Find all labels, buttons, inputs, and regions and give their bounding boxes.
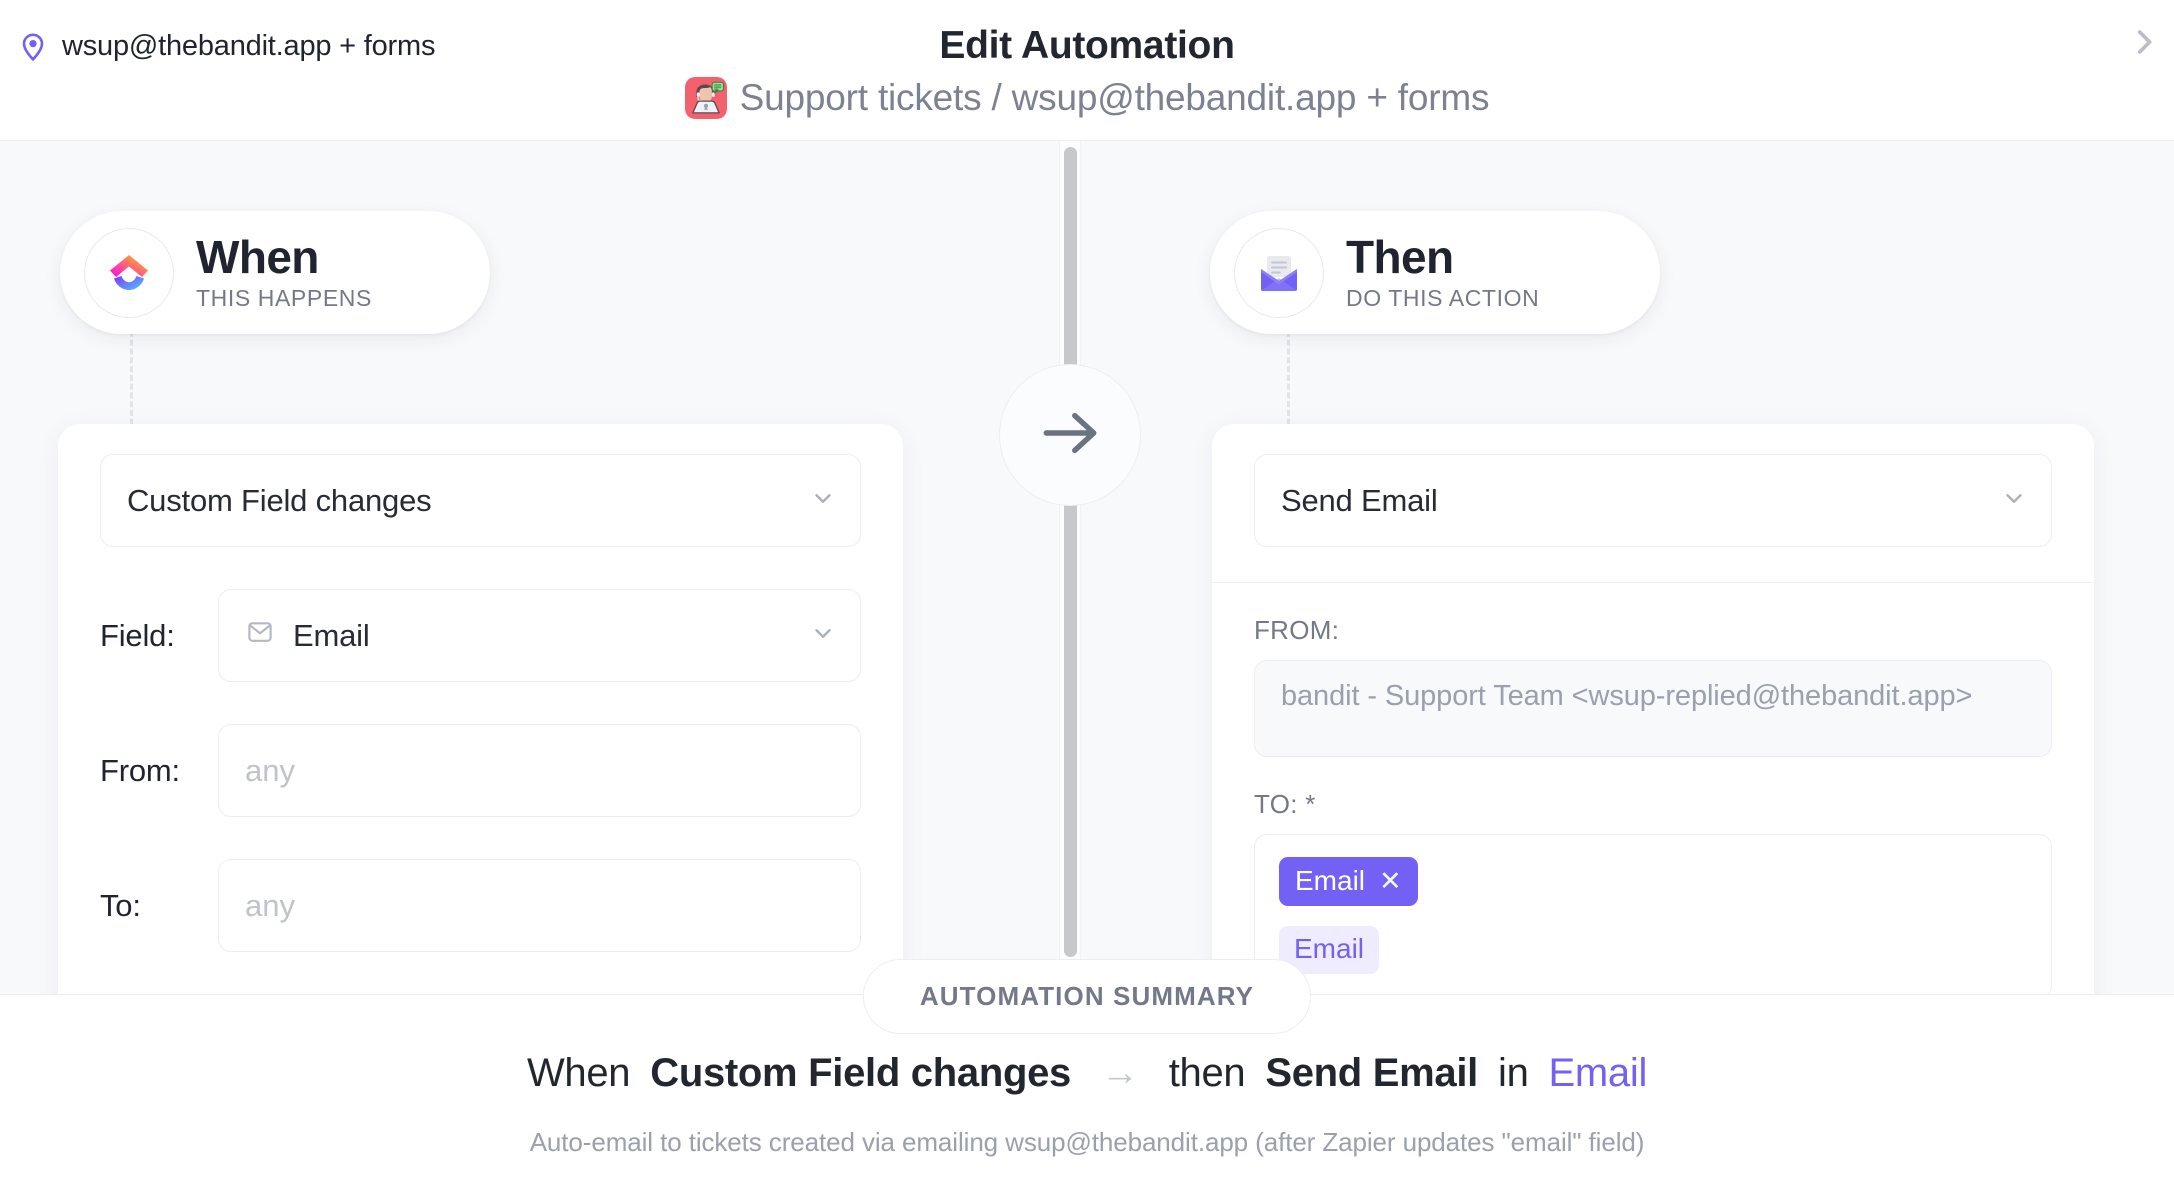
automation-description: Auto-email to tickets created via emaili… <box>529 1127 1645 1157</box>
field-row-to: To: any <box>100 859 861 952</box>
automation-canvas: When THIS HAPPENS Then DO THIS ACTION Cu… <box>0 141 2174 994</box>
when-title: When <box>196 230 319 283</box>
page-title: Edit Automation <box>939 24 1235 67</box>
summary-arrow-icon: → <box>1100 1052 1139 1094</box>
clickup-logo-icon <box>84 227 174 318</box>
action-select-value: Send Email <box>1281 482 1438 518</box>
chevron-right-icon <box>2127 25 2161 64</box>
vertical-scrollbar-thumb[interactable] <box>1064 147 1077 957</box>
then-subtitle: DO THIS ACTION <box>1346 285 1540 312</box>
summary-when-word: When <box>526 1051 631 1095</box>
when-header-text: When THIS HAPPENS <box>196 233 372 312</box>
summary-action-name: Send Email <box>1265 1051 1478 1095</box>
from-label: From: <box>100 752 180 788</box>
from-input[interactable]: any <box>218 724 861 817</box>
edit-automation-modal: wsup@thebandit.app + forms Edit Automati… <box>0 0 2174 1200</box>
summary-then-word: then <box>1168 1051 1246 1095</box>
modal-header: wsup@thebandit.app + forms Edit Automati… <box>0 0 2174 141</box>
custom-field-select[interactable]: Email <box>218 589 861 682</box>
recipient-tag-label: Email <box>1295 865 1366 896</box>
trigger-select[interactable]: Custom Field changes <box>100 454 861 547</box>
chevron-down-icon <box>2001 485 2027 516</box>
close-panel-button[interactable] <box>2114 14 2174 74</box>
arrow-right-icon <box>1032 395 1108 476</box>
chevron-down-icon <box>810 485 836 516</box>
summary-sentence: When Custom Field changes → then Send Em… <box>0 1051 2174 1096</box>
custom-field-select-value: Email <box>245 617 370 655</box>
open-envelope-icon <box>1234 227 1324 318</box>
header-subtitle-text: Support tickets / wsup@thebandit.app + f… <box>739 77 1490 118</box>
envelope-outline-icon <box>245 617 275 655</box>
header-subtitle: Support tickets / wsup@thebandit.app + f… <box>684 77 1490 119</box>
from-field-label: FROM: <box>1254 615 1340 645</box>
to-input[interactable]: any <box>218 859 861 952</box>
when-subtitle: THIS HAPPENS <box>196 285 372 312</box>
custom-field-name: Email <box>293 617 370 653</box>
email-to-tag-box[interactable]: Email ✕ Email <box>1254 834 2052 994</box>
summary-trigger-name: Custom Field changes <box>650 1051 1071 1095</box>
trigger-select-value: Custom Field changes <box>127 482 432 518</box>
when-config-panel: Custom Field changes Field: Email From: … <box>58 424 903 994</box>
panel-divider <box>1212 582 2094 583</box>
field-label: Field: <box>100 617 175 653</box>
flow-arrow-node[interactable] <box>999 364 1141 506</box>
summary-target-name[interactable]: Email <box>1549 1051 1648 1096</box>
when-header-card[interactable]: When THIS HAPPENS <box>60 211 490 334</box>
email-from-value: bandit - Support Team <wsup-replied@theb… <box>1254 660 2052 757</box>
then-config-panel: Send Email FROM: bandit - Support Team <… <box>1212 424 2094 994</box>
automation-summary-bar: AUTOMATION SUMMARY When Custom Field cha… <box>0 959 2174 1200</box>
field-row-from: From: any <box>100 724 861 817</box>
header-center: Edit Automation Support tickets / wsup@t… <box>0 0 2174 119</box>
close-x-icon[interactable]: ✕ <box>1379 867 1402 895</box>
action-select[interactable]: Send Email <box>1254 454 2052 547</box>
summary-in-word: in <box>1497 1051 1529 1095</box>
recipient-tag[interactable]: Email ✕ <box>1279 857 1418 906</box>
automation-summary-chip[interactable]: AUTOMATION SUMMARY <box>862 959 1312 1034</box>
then-header-card[interactable]: Then DO THIS ACTION <box>1210 211 1660 334</box>
support-agent-emoji <box>684 77 727 119</box>
then-header-text: Then DO THIS ACTION <box>1346 233 1539 312</box>
chevron-down-icon <box>810 620 836 651</box>
field-row-field: Field: Email <box>100 589 861 682</box>
to-field-label: TO: * <box>1254 789 1316 819</box>
then-title: Then <box>1346 230 1454 283</box>
to-label: To: <box>100 887 141 923</box>
